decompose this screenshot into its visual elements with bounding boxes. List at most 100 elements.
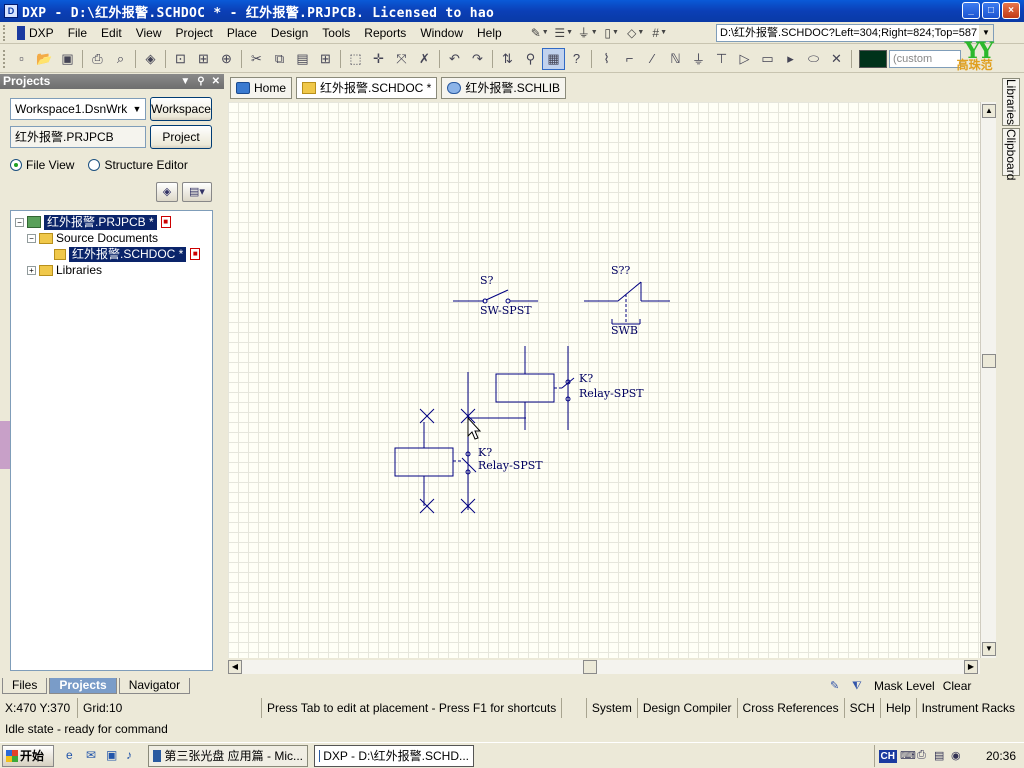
menu-place[interactable]: Place xyxy=(220,22,264,44)
place-sheet-entry-icon[interactable]: ▸ xyxy=(779,48,802,70)
start-button[interactable]: 开始 xyxy=(2,744,54,767)
tab-libraries[interactable]: Libraries xyxy=(1002,78,1020,126)
tab-navigator[interactable]: Navigator xyxy=(118,678,191,694)
toolbar-grip[interactable] xyxy=(3,49,7,68)
close-button[interactable]: × xyxy=(1002,2,1020,19)
help-button[interactable]: Help xyxy=(879,698,916,718)
select-area-icon[interactable]: ⬚ xyxy=(344,48,367,70)
switch-swb[interactable] xyxy=(584,281,670,325)
menu-design[interactable]: Design xyxy=(264,22,315,44)
project-button[interactable]: Project xyxy=(150,125,212,149)
outlook-icon[interactable]: ✉ xyxy=(86,748,102,764)
menu-dxp[interactable]: DXP xyxy=(10,22,61,44)
document-path-combo[interactable]: D:\红外报警.SCHDOC?Left=304;Right=824;Top=58… xyxy=(716,24,994,42)
tree-item-source-documents[interactable]: − Source Documents xyxy=(27,230,158,246)
highlight-pen-icon[interactable]: ✎ xyxy=(830,680,844,692)
browse-component-icon[interactable]: ⚲ xyxy=(519,48,542,70)
grid-tool-icon[interactable]: # ▼ xyxy=(649,24,671,42)
place-part-icon[interactable]: ▷ xyxy=(733,48,756,70)
menu-window[interactable]: Window xyxy=(413,22,470,44)
place-net-label-icon[interactable]: ℕ xyxy=(664,48,687,70)
undo-icon[interactable]: ↶ xyxy=(443,48,466,70)
menu-project[interactable]: Project xyxy=(169,22,220,44)
part-tool-icon[interactable]: ▯ ▼ xyxy=(601,24,623,42)
zoom-selected-icon[interactable]: ⊕ xyxy=(215,48,238,70)
horizontal-scrollbar[interactable]: ◀ ▶ xyxy=(228,660,980,674)
printer-icon[interactable]: ⎙ xyxy=(917,749,931,763)
menu-view[interactable]: View xyxy=(129,22,169,44)
ie-icon[interactable]: e xyxy=(66,748,82,764)
sch-button[interactable]: SCH xyxy=(843,698,880,718)
zoom-fit-icon[interactable]: ⊡ xyxy=(169,48,192,70)
layers-icon[interactable]: ◈ xyxy=(139,48,162,70)
power-port-icon[interactable]: ⏚ ▼ xyxy=(577,24,599,42)
tab-clipboard[interactable]: Clipboard xyxy=(1002,128,1020,180)
relay1-comment[interactable]: Relay-SPST xyxy=(579,387,644,400)
schematic-canvas[interactable]: S? SW-SPST S?? SWB K? Relay-SPST K? Rela… xyxy=(228,102,980,658)
hierarchy-icon[interactable]: ⇅ xyxy=(496,48,519,70)
no-erc-icon[interactable]: ✕ xyxy=(825,48,848,70)
tree-item-libraries[interactable]: + Libraries xyxy=(27,262,102,278)
chevron-down-icon[interactable]: ▼ xyxy=(129,99,145,119)
place-vcc-icon[interactable]: ⊤ xyxy=(710,48,733,70)
library-browser-icon[interactable]: ▦ xyxy=(542,47,565,70)
collapse-icon[interactable]: − xyxy=(15,217,24,227)
tab-schdoc[interactable]: 红外报警.SCHDOC * xyxy=(296,76,438,99)
place-bus-entry-icon[interactable]: ∕ xyxy=(641,48,664,70)
relay2-comment[interactable]: Relay-SPST xyxy=(478,459,543,472)
scroll-up-icon[interactable]: ▲ xyxy=(982,104,996,118)
sw1-designator[interactable]: S? xyxy=(480,274,493,287)
menu-file[interactable]: File xyxy=(61,22,94,44)
scroll-right-icon[interactable]: ▶ xyxy=(964,660,978,674)
ime-indicator[interactable]: CH xyxy=(878,749,897,763)
minimize-button[interactable]: _ xyxy=(962,2,980,19)
collapse-icon[interactable]: − xyxy=(27,233,36,243)
workspace-button[interactable]: Workspace xyxy=(150,97,212,121)
port-tool-icon[interactable]: ◇ ▼ xyxy=(625,24,647,42)
cut-icon[interactable]: ✂ xyxy=(245,48,268,70)
workspace-combo[interactable]: Workspace1.DsnWrk ▼ xyxy=(10,98,146,120)
scroll-left-icon[interactable]: ◀ xyxy=(228,660,242,674)
place-bus-icon[interactable]: ⌐ xyxy=(618,48,641,70)
copy-icon[interactable]: ⧉ xyxy=(268,48,291,70)
menu-reports[interactable]: Reports xyxy=(357,22,413,44)
mask-level-button[interactable]: Mask Level xyxy=(874,679,935,693)
menu-grip[interactable] xyxy=(3,24,7,41)
filter-icon[interactable]: ⧨ xyxy=(852,680,866,692)
save-icon[interactable]: ▣ xyxy=(56,48,79,70)
print-icon[interactable]: ⎙ xyxy=(86,48,109,70)
open-folder-icon[interactable]: 📂 xyxy=(33,48,56,70)
redo-icon[interactable]: ↷ xyxy=(466,48,489,70)
sw1-comment[interactable]: SW-SPST xyxy=(480,304,532,317)
tab-projects[interactable]: Projects xyxy=(49,678,117,694)
tab-schlib[interactable]: 红外报警.SCHLIB xyxy=(441,76,567,99)
move-icon[interactable]: ✛ xyxy=(367,48,390,70)
tree-item-project[interactable]: − 红外报警.PRJPCB * ■ xyxy=(15,214,171,230)
wire-tool-icon[interactable]: ✎ ▼ xyxy=(529,24,551,42)
file-view-radio[interactable] xyxy=(10,159,22,171)
rubber-stamp-icon[interactable]: ⊞ xyxy=(314,48,337,70)
compile-icon[interactable]: ◈ xyxy=(156,182,178,202)
relay1-designator[interactable]: K? xyxy=(579,372,593,385)
media-icon[interactable]: ♪ xyxy=(126,748,142,764)
design-compiler-button[interactable]: Design Compiler xyxy=(636,698,737,718)
place-gnd-icon[interactable]: ⏚ xyxy=(687,48,710,70)
horizontal-scroll-thumb[interactable] xyxy=(583,660,597,674)
tab-files[interactable]: Files xyxy=(2,678,48,694)
place-port-icon[interactable]: ⬭ xyxy=(802,48,825,70)
clear-button[interactable]: Clear xyxy=(943,679,972,693)
relay-1[interactable] xyxy=(495,346,575,430)
bus-tool-icon[interactable]: ☰ ▼ xyxy=(553,24,575,42)
system-button[interactable]: System xyxy=(585,698,637,718)
cross-references-button[interactable]: Cross References xyxy=(736,698,844,718)
help-advisor-icon[interactable]: ? xyxy=(565,48,588,70)
menu-tools[interactable]: Tools xyxy=(315,22,357,44)
network-icon[interactable]: ▤ xyxy=(934,749,948,763)
sw2-comment[interactable]: SWB xyxy=(611,324,638,337)
sw2-designator[interactable]: S?? xyxy=(611,264,630,277)
clock[interactable]: 20:36 xyxy=(986,749,1016,763)
tree-item-schdoc[interactable]: 红外报警.SCHDOC * ■ xyxy=(51,246,201,262)
pin-icon[interactable]: ⚲ xyxy=(197,74,204,89)
switch-sw-spst[interactable] xyxy=(453,289,538,304)
security-icon[interactable]: ◉ xyxy=(951,749,965,763)
